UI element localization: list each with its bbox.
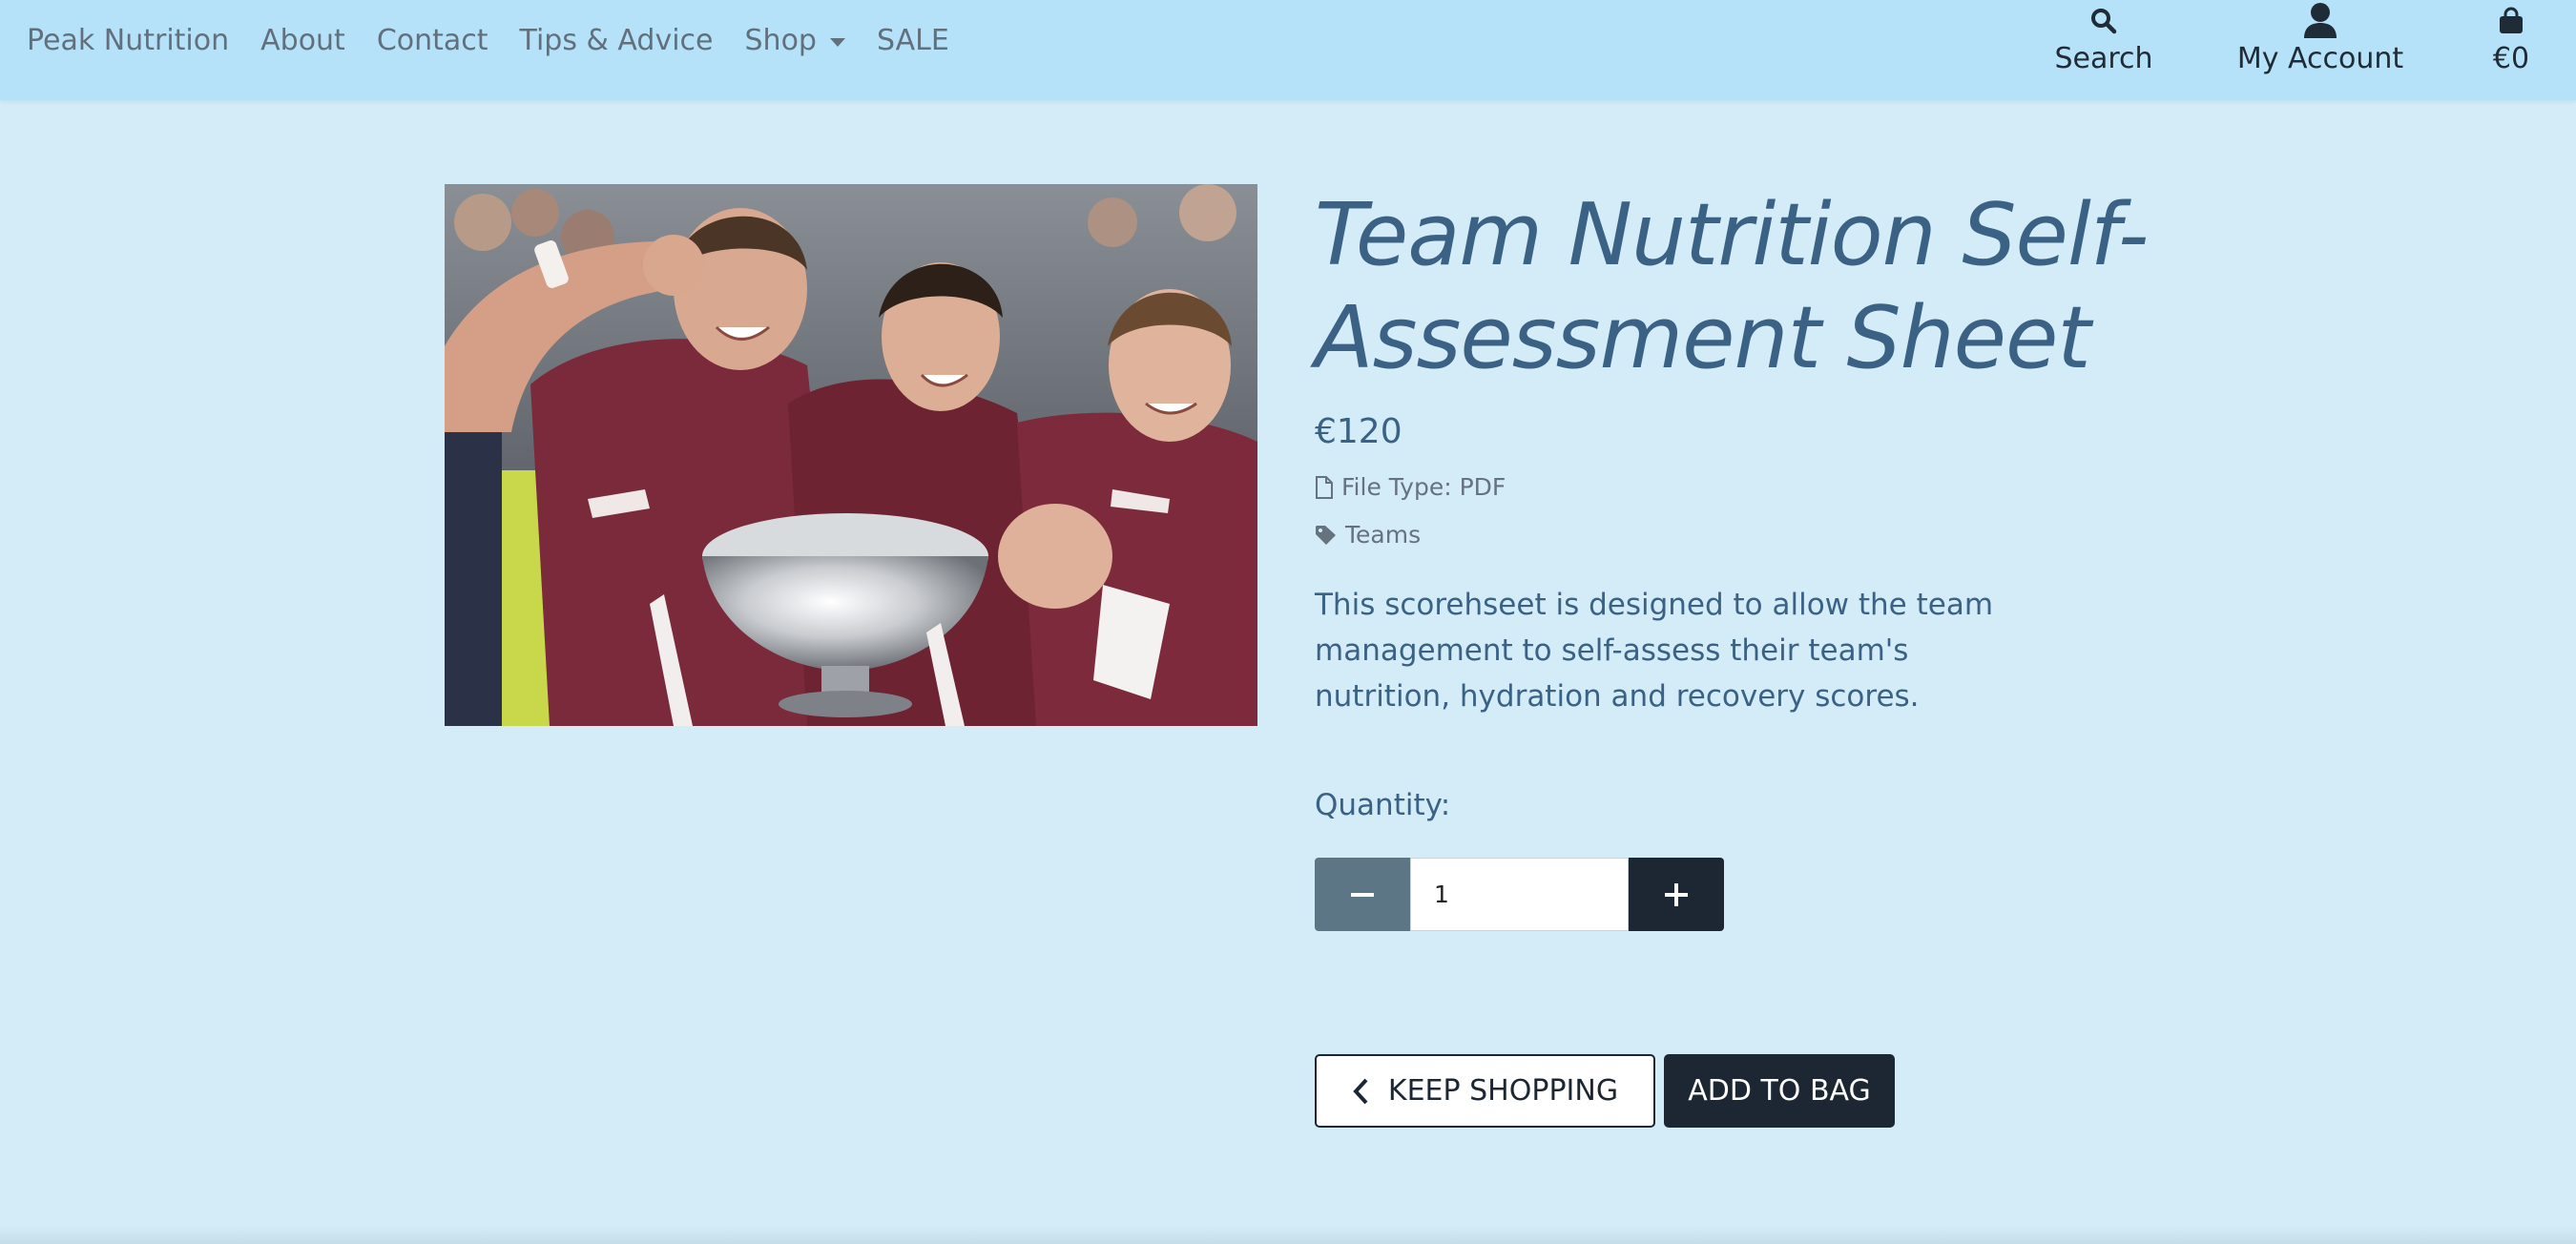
nav-shop-dropdown[interactable]: Shop [745,24,845,57]
user-icon [2302,0,2338,42]
nav-links: Peak Nutrition About Contact Tips & Advi… [27,19,981,61]
account-label: My Account [2236,42,2404,75]
brand-link[interactable]: Peak Nutrition [27,24,229,57]
tag-icon [1316,525,1336,545]
keep-shopping-button[interactable]: KEEP SHOPPING [1315,1054,1655,1128]
chevron-down-icon [829,37,845,47]
chevron-left-icon [1353,1078,1368,1104]
product-price: €120 [1315,412,1402,451]
bag-nav-item[interactable]: €0 [2486,0,2536,75]
category-link[interactable]: Teams [1345,521,1421,549]
nav-contact-link[interactable]: Contact [377,24,488,57]
product-description: This scorehseet is designed to allow the… [1315,588,1994,714]
nav-about-link[interactable]: About [260,24,345,57]
minus-icon [1351,892,1374,897]
search-icon [2089,0,2118,42]
file-icon [1316,475,1333,499]
product-title: Team Nutrition Self-Assessment Sheet [1315,185,2149,388]
quantity-label: Quantity: [1315,788,1451,822]
quantity-input[interactable] [1410,858,1629,931]
add-to-bag-button[interactable]: ADD TO BAG [1664,1054,1895,1128]
quantity-stepper [1315,858,1724,931]
search-nav-item[interactable]: Search [2051,0,2156,75]
nav-shop-label: Shop [744,23,817,57]
plus-icon [1665,882,1688,906]
search-label: Search [2054,42,2153,75]
file-type-text: File Type: PDF [1341,473,1506,501]
shopping-bag-icon [2498,0,2524,42]
decrement-button[interactable] [1315,858,1410,931]
keep-shopping-label: KEEP SHOPPING [1387,1074,1619,1108]
category-row: Teams [1315,521,1421,549]
nav-sale-link[interactable]: SALE [877,24,949,57]
nav-tips-link[interactable]: Tips & Advice [520,24,714,57]
increment-button[interactable] [1629,858,1724,931]
product-image [445,184,1257,726]
account-nav-item[interactable]: My Account [2234,0,2406,75]
file-type-row: File Type: PDF [1315,473,1506,501]
navbar: Peak Nutrition About Contact Tips & Advi… [0,0,2576,100]
add-to-bag-label: ADD TO BAG [1688,1074,1871,1108]
footer-edge [0,1225,2576,1244]
bag-total: €0 [2492,42,2530,75]
